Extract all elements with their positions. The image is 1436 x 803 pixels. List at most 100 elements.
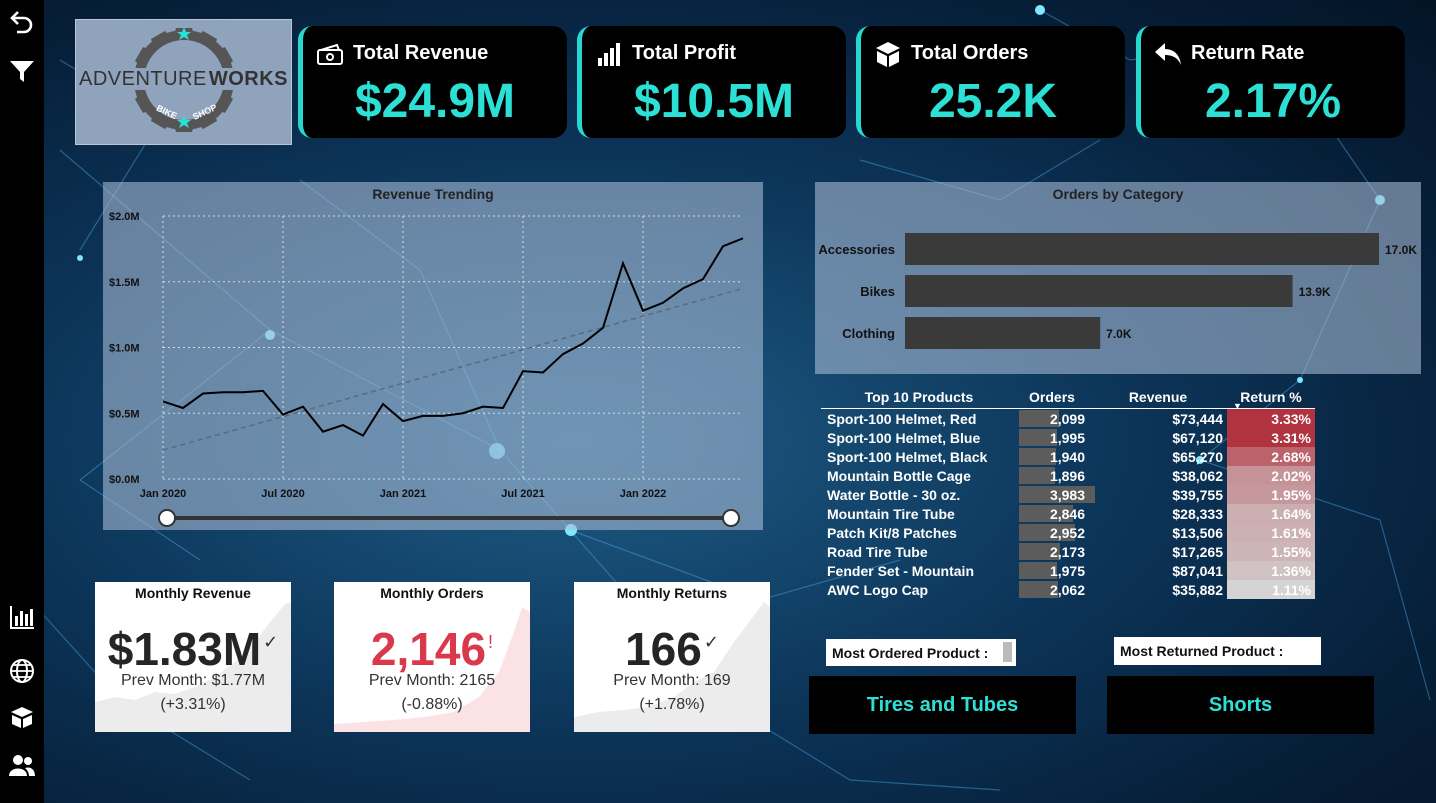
revenue-value: $73,444 bbox=[1172, 410, 1223, 427]
category-bar[interactable] bbox=[905, 317, 1101, 349]
card-prev-month: Prev Month: 169 bbox=[613, 672, 731, 689]
most-ordered-label: Most Ordered Product : bbox=[826, 639, 1016, 666]
y-tick-label: $1.0M bbox=[109, 343, 140, 355]
card-title: Monthly Revenue bbox=[135, 585, 251, 601]
card-change-pct: (+3.31%) bbox=[160, 696, 226, 713]
orders-value: 2,846 bbox=[1049, 505, 1085, 522]
table-row[interactable]: AWC Logo Cap 2,062 $35,882 1.11% bbox=[821, 580, 1315, 599]
revenue-value: $87,041 bbox=[1172, 562, 1223, 579]
orders-cell: 1,896 bbox=[1015, 466, 1089, 485]
orders-value: 2,952 bbox=[1049, 524, 1085, 541]
orders-cell: 3,983 bbox=[1015, 485, 1095, 504]
sort-desc-icon: ▼ bbox=[1233, 401, 1242, 411]
revenue-value: $17,265 bbox=[1172, 543, 1223, 560]
col-header-return[interactable]: Return % ▼ bbox=[1227, 386, 1315, 411]
orders-value: 3,983 bbox=[1049, 486, 1085, 503]
return-pct-value: 3.31% bbox=[1227, 428, 1315, 447]
card-change-pct: (+1.78%) bbox=[639, 696, 705, 713]
product-name: Sport-100 Helmet, Black bbox=[827, 448, 988, 465]
filter-icon[interactable] bbox=[7, 56, 37, 86]
card-value: 2,146! bbox=[334, 622, 530, 676]
product-name: Sport-100 Helmet, Red bbox=[827, 410, 977, 427]
x-tick-label: Jan 2021 bbox=[380, 488, 426, 500]
table-row[interactable]: Sport-100 Helmet, Red 2,099 $73,444 3.33% bbox=[821, 408, 1315, 429]
return-pct-value: 1.61% bbox=[1227, 523, 1315, 542]
category-bar[interactable] bbox=[905, 275, 1293, 307]
product-name: Fender Set - Mountain bbox=[827, 562, 974, 579]
revenue-series-line bbox=[162, 237, 744, 437]
product-name: Patch Kit/8 Patches bbox=[827, 524, 957, 541]
table-body: Sport-100 Helmet, Red 2,099 $73,444 3.33% Sp… bbox=[821, 408, 1315, 599]
category-label: Accessories bbox=[818, 242, 895, 257]
revenue-trending-chart: Revenue Trending $0.0M $0.5M $1.0M $1.5M $2.… bbox=[103, 182, 763, 530]
table-row[interactable]: Mountain Tire Tube 2,846 $28,333 1.64% bbox=[821, 504, 1315, 523]
card-prev-month: Prev Month: $1.77M bbox=[120, 672, 266, 689]
product-name: Road Tire Tube bbox=[827, 543, 928, 560]
card-change-pct: (-0.88%) bbox=[401, 696, 463, 713]
x-tick-label: Jul 2021 bbox=[501, 488, 544, 500]
most-ordered-product[interactable]: Tires and Tubes bbox=[809, 676, 1076, 734]
kpi-total-profit: Total Profit $10.5M bbox=[577, 26, 846, 138]
signal-bars-icon bbox=[598, 43, 620, 66]
card-value: 166 ✓ bbox=[574, 622, 770, 676]
kpi-value: $10.5M bbox=[633, 75, 795, 128]
orders-cell: 2,173 bbox=[1015, 542, 1089, 561]
return-pct-value: 1.36% bbox=[1227, 561, 1315, 580]
box-icon bbox=[876, 42, 900, 67]
orders-cell: 1,975 bbox=[1015, 561, 1089, 580]
return-pct-value: 2.68% bbox=[1227, 447, 1315, 466]
orders-cell: 1,995 bbox=[1015, 428, 1089, 447]
table-row[interactable]: Road Tire Tube 2,173 $17,265 1.55% bbox=[821, 542, 1315, 561]
col-header-product[interactable]: Top 10 Products bbox=[821, 386, 1015, 409]
orders-cell: 2,062 bbox=[1015, 580, 1089, 599]
col-header-revenue[interactable]: Revenue bbox=[1089, 386, 1227, 409]
globe-icon[interactable] bbox=[7, 656, 37, 686]
kpi-title: Return Rate bbox=[1191, 42, 1305, 64]
most-returned-label: Most Returned Product : bbox=[1114, 637, 1321, 665]
bar-chart-icon[interactable] bbox=[7, 602, 37, 632]
kpi-value: $24.9M bbox=[354, 75, 516, 128]
kpi-total-orders: Total Orders 25.2K bbox=[856, 26, 1125, 138]
table-row[interactable]: Sport-100 Helmet, Blue 1,995 $67,120 3.31% bbox=[821, 428, 1315, 447]
check-icon: ✓ bbox=[703, 632, 719, 652]
back-arrow-icon[interactable] bbox=[7, 6, 37, 36]
category-bar[interactable] bbox=[905, 233, 1379, 265]
table-row[interactable]: Fender Set - Mountain 1,975 $87,041 1.36% bbox=[821, 561, 1315, 580]
orders-by-category-chart: Orders by Category Accessories 17.0K Bikes… bbox=[815, 182, 1421, 374]
orders-cell: 2,099 bbox=[1015, 409, 1089, 429]
sidebar bbox=[0, 0, 44, 803]
col-header-orders[interactable]: Orders bbox=[1015, 386, 1089, 409]
x-tick-label: Jan 2022 bbox=[620, 488, 666, 500]
box-icon[interactable] bbox=[7, 702, 37, 732]
bar-value-label: 13.9K bbox=[1299, 285, 1331, 299]
table-row[interactable]: Patch Kit/8 Patches 2,952 $13,506 1.61% bbox=[821, 523, 1315, 542]
bar-value-label: 17.0K bbox=[1385, 243, 1417, 257]
product-name: Mountain Tire Tube bbox=[827, 505, 955, 522]
monthly-revenue-card: Monthly Revenue $1.83M ✓ Prev Month: $1.7… bbox=[95, 582, 291, 732]
most-ordered-label-text: Most Ordered Product : bbox=[832, 645, 989, 661]
kpi-return-rate: Return Rate 2.17% bbox=[1136, 26, 1405, 138]
revenue-value: $38,062 bbox=[1172, 467, 1223, 484]
return-pct-value: 1.95% bbox=[1227, 485, 1315, 504]
monthly-orders-card: Monthly Orders 2,146! Prev Month: 2165 (… bbox=[334, 582, 530, 732]
orders-value: 2,173 bbox=[1049, 543, 1085, 560]
revenue-value: $35,882 bbox=[1172, 581, 1223, 598]
card-value-text: $1.83M bbox=[107, 623, 262, 675]
slider-handle-start[interactable] bbox=[158, 509, 176, 527]
trendline bbox=[162, 287, 744, 451]
x-tick-label: Jul 2020 bbox=[261, 488, 304, 500]
users-icon[interactable] bbox=[7, 750, 37, 780]
kpi-total-revenue: Total Revenue $24.9M bbox=[298, 26, 567, 138]
slider-handle-end[interactable] bbox=[722, 509, 740, 527]
table-row[interactable]: Water Bottle - 30 oz. 3,983 $39,755 1.95% bbox=[821, 485, 1315, 504]
return-pct-value: 2.02% bbox=[1227, 466, 1315, 485]
category-label: Clothing bbox=[842, 326, 895, 341]
orders-value: 2,099 bbox=[1049, 410, 1085, 427]
table-row[interactable]: Mountain Bottle Cage 1,896 $38,062 2.02% bbox=[821, 466, 1315, 485]
card-prev-month: Prev Month: 2165 bbox=[368, 672, 496, 689]
revenue-value: $67,120 bbox=[1172, 429, 1223, 446]
product-name: Sport-100 Helmet, Blue bbox=[827, 429, 981, 446]
table-row[interactable]: Sport-100 Helmet, Black 1,940 $65,270 2.68% bbox=[821, 447, 1315, 466]
most-returned-product[interactable]: Shorts bbox=[1107, 676, 1374, 734]
kpi-value: 25.2K bbox=[928, 75, 1058, 128]
